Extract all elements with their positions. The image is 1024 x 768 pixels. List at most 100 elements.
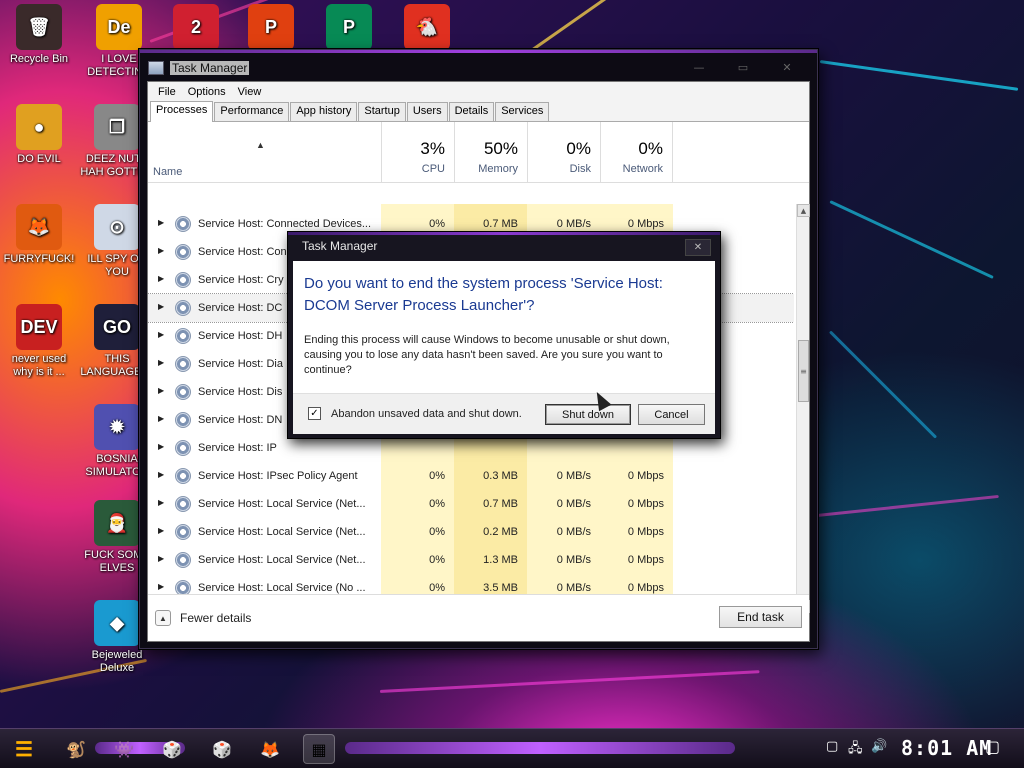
menu-file[interactable]: File (152, 86, 182, 98)
network-cell: 0 Mbps (600, 490, 673, 518)
desktop-icon[interactable]: 🦊 FURRYFUCK! (0, 204, 78, 266)
network-label: Network (622, 163, 663, 175)
task-manager-icon (148, 61, 164, 75)
network-spy-icon: ⊙ (94, 204, 140, 250)
desktop-icon[interactable]: P (232, 4, 310, 53)
process-name: Service Host: Local Service (Net... (198, 526, 366, 538)
tray-desktop-icon[interactable]: ▢ (826, 739, 838, 754)
minimize-button[interactable]: — (677, 56, 721, 78)
memory-cell: 0.3 MB (454, 462, 527, 490)
notification-icon[interactable]: ▢ (985, 737, 1000, 756)
task-manager-icon[interactable]: ▦ (303, 734, 335, 764)
process-name: Service Host: Local Service (No ... (198, 582, 366, 594)
dice-icon-2[interactable]: 🎲 (206, 734, 238, 764)
gear-icon (175, 356, 191, 372)
expand-arrow-icon[interactable]: ▶ (158, 302, 164, 311)
memory-percent: 50% (483, 139, 518, 158)
tab-services[interactable]: Services (495, 102, 550, 121)
scroll-thumb[interactable]: ≡ (798, 340, 809, 402)
abandon-data-checkbox[interactable]: ✓ Abandon unsaved data and shut down. (308, 407, 522, 420)
cpu-cell: 0% (381, 462, 454, 490)
firefox-icon[interactable]: 🦊 (254, 734, 286, 764)
tab-app-history[interactable]: App history (290, 102, 358, 121)
expand-arrow-icon[interactable]: ▶ (158, 386, 164, 395)
desktop-icon[interactable]: P (310, 4, 388, 53)
column-memory[interactable]: 50% Memory (454, 122, 527, 182)
dialog-close-button[interactable]: ✕ (685, 239, 711, 256)
firefox-icon: 🦊 (16, 204, 62, 250)
tab-processes[interactable]: Processes (150, 101, 214, 122)
dialog-body: Do you want to end the system process 'S… (293, 261, 715, 434)
expand-arrow-icon[interactable]: ▶ (158, 330, 164, 339)
table-row[interactable]: ▶ Service Host: Local Service (Net... 0% 1.… (148, 546, 794, 574)
tab-performance[interactable]: Performance (214, 102, 290, 121)
end-task-button[interactable]: End task (719, 606, 802, 628)
cpu-cell: 0% (381, 490, 454, 518)
tab-users[interactable]: Users (406, 102, 448, 121)
dice-icon[interactable]: 🎲 (156, 734, 188, 764)
desktop-icon[interactable]: 2 (157, 4, 235, 53)
menu-view[interactable]: View (232, 86, 268, 98)
expand-arrow-icon[interactable]: ▶ (158, 218, 164, 227)
tab-details[interactable]: Details (448, 102, 495, 121)
title-bar[interactable]: Task Manager — ▭ ✕ (148, 56, 809, 80)
expand-arrow-icon[interactable]: ▶ (158, 582, 164, 591)
desktop-icon[interactable]: ● DO EVIL (0, 104, 78, 166)
column-network[interactable]: 0% Network (600, 122, 673, 182)
desktop-icon[interactable]: 🐔 (388, 4, 466, 53)
cancel-button[interactable]: Cancel (638, 404, 705, 425)
desktop-icon-label: Recycle Bin (9, 53, 69, 65)
clock[interactable]: 8:01 AM (901, 736, 992, 760)
chicken-game-icon: 🐔 (404, 4, 450, 50)
dialog-footer: ✓ Abandon unsaved data and shut down. Sh… (293, 393, 715, 434)
scroll-up-icon[interactable]: ▲ (797, 204, 810, 217)
process-name: Service Host: IP (198, 442, 277, 454)
close-button[interactable]: ✕ (765, 56, 809, 78)
menu-options[interactable]: Options (182, 86, 232, 98)
gear-icon (175, 552, 191, 568)
vertical-scrollbar[interactable]: ▲ ≡ ▼ (796, 204, 810, 613)
column-name[interactable]: Name (153, 166, 182, 178)
gear-icon (175, 384, 191, 400)
fewer-details-button[interactable]: ▲ Fewer details (155, 610, 251, 626)
gear-icon (175, 272, 191, 288)
table-row[interactable]: ▶ Service Host: Local Service (Net... 0% 0.… (148, 518, 794, 546)
expand-arrow-icon[interactable]: ▶ (158, 274, 164, 283)
checkbox-check-icon[interactable]: ✓ (308, 407, 321, 420)
fewer-details-label: Fewer details (180, 611, 252, 625)
sort-up-icon: ▲ (256, 140, 265, 150)
expand-arrow-icon[interactable]: ▶ (158, 442, 164, 451)
goland-icon: GO (94, 304, 140, 350)
desktop-icon-label: FURRYFUCK! (3, 253, 75, 265)
expand-arrow-icon[interactable]: ▶ (158, 498, 164, 507)
expand-arrow-icon[interactable]: ▶ (158, 526, 164, 535)
desktop-icon[interactable]: DEV never used why is it ... (0, 304, 78, 379)
shut-down-button[interactable]: Shut down (545, 404, 631, 425)
cpu-cell: 0% (381, 546, 454, 574)
gear-icon (175, 496, 191, 512)
column-disk[interactable]: 0% Disk (527, 122, 600, 182)
memory-cell: 1.3 MB (454, 546, 527, 574)
table-row[interactable]: ▶ Service Host: IPsec Policy Agent 0% 0.3 M… (148, 462, 794, 490)
red-creature-icon[interactable]: 👾 (108, 734, 140, 764)
gear-icon (175, 216, 191, 232)
monkey-icon[interactable]: 🐒 (60, 734, 92, 764)
expand-arrow-icon[interactable]: ▶ (158, 470, 164, 479)
tab-startup[interactable]: Startup (358, 102, 406, 121)
process-name: Service Host: Local Service (Net... (198, 498, 366, 510)
start-button[interactable]: ☰ (6, 734, 42, 764)
expand-arrow-icon[interactable]: ▶ (158, 414, 164, 423)
gear-icon (175, 244, 191, 260)
expand-arrow-icon[interactable]: ▶ (158, 246, 164, 255)
desktop-icon[interactable]: 🗑 Recycle Bin (0, 4, 78, 66)
network-cell: 0 Mbps (600, 546, 673, 574)
expand-arrow-icon[interactable]: ▶ (158, 554, 164, 563)
maximize-button[interactable]: ▭ (721, 56, 765, 78)
table-row[interactable]: ▶ Service Host: Local Service (Net... 0% 0.… (148, 490, 794, 518)
disk-cell: 0 MB/s (527, 546, 600, 574)
volume-icon[interactable]: 🔊 (871, 739, 887, 754)
column-cpu[interactable]: 3% CPU (381, 122, 454, 182)
network-icon[interactable]: 🖧 (848, 739, 863, 761)
devcpp-icon: DEV (16, 304, 62, 350)
expand-arrow-icon[interactable]: ▶ (158, 358, 164, 367)
